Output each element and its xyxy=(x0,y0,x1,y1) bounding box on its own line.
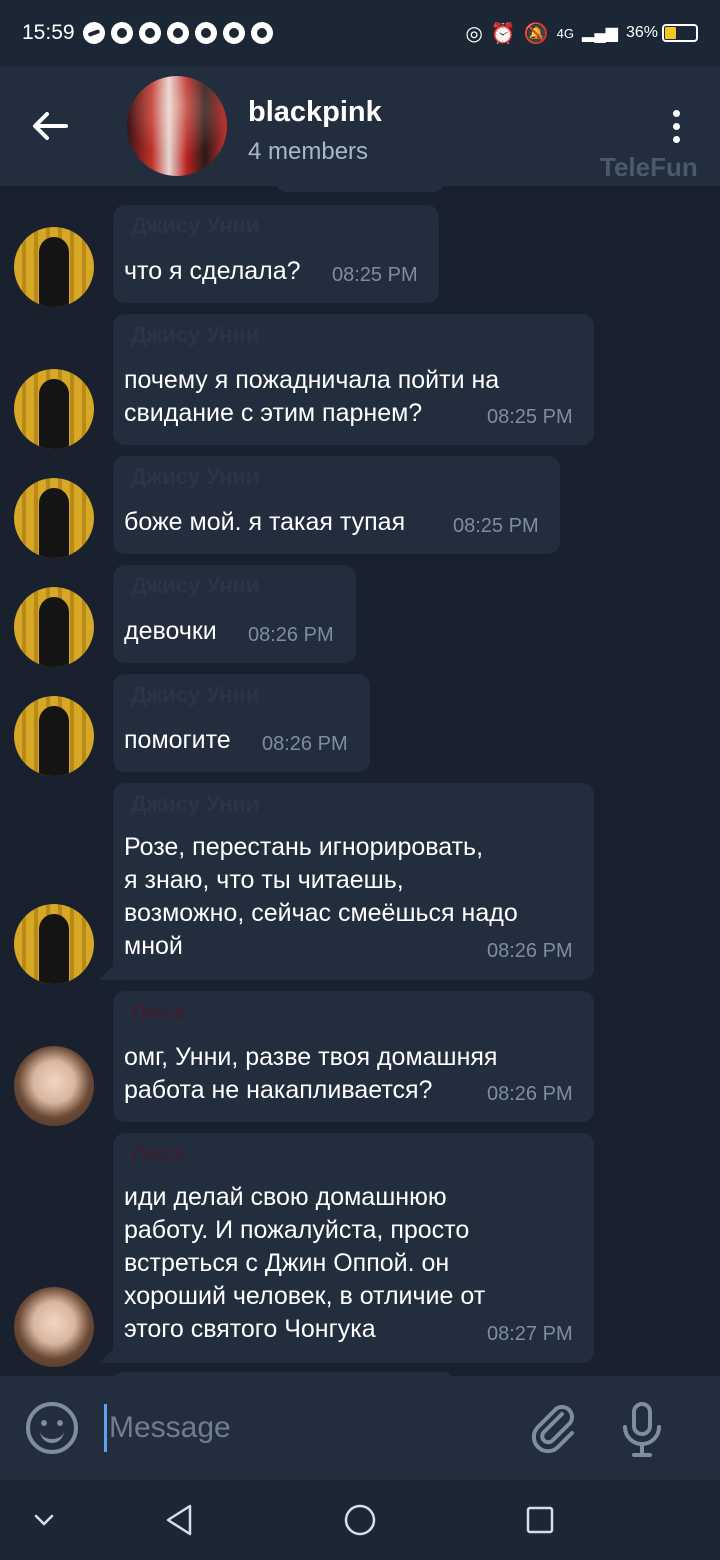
more-options-button[interactable] xyxy=(656,104,696,148)
message-bubble[interactable]: Лиса омг, Унни, разве твоя домашняя рабо… xyxy=(113,991,594,1122)
system-nav-bar xyxy=(0,1480,720,1560)
member-count[interactable]: 4 members xyxy=(248,138,368,166)
more-vertical-icon-dot xyxy=(672,135,680,143)
notification-icons xyxy=(82,22,273,44)
composer-bar xyxy=(0,1376,720,1480)
message-bubble[interactable]: Лиса иди делай свою домашнюю работу. И п… xyxy=(99,1133,594,1363)
message-bubble[interactable]: Джису Унни боже мой. я такая тупая 08:25… xyxy=(113,456,560,554)
battery: 36% ⚡ xyxy=(626,24,698,42)
chat-title[interactable]: blackpink xyxy=(248,96,382,129)
sender-avatar[interactable] xyxy=(14,696,94,776)
status-right: ◎ ⏰ 🔕 4G ▂▄▆ 36% ⚡ xyxy=(465,21,698,46)
message-time: 08:26 PM xyxy=(262,733,348,755)
chrome-icon xyxy=(138,22,161,44)
battery-icon: ⚡ xyxy=(662,24,698,42)
message-bubble[interactable]: Джису Унни что я сделала? 08:25 PM xyxy=(113,205,439,303)
message-time: 08:26 PM xyxy=(487,940,573,962)
message-time: 08:26 PM xyxy=(248,624,334,646)
message-text: девочки xyxy=(124,617,217,645)
message-sender: Джису Унни xyxy=(131,682,260,707)
message-sender: Джису Унни xyxy=(131,791,260,816)
paperclip-icon xyxy=(531,1405,574,1454)
message-text: иди делай свою домашнюю работу. И пожалу… xyxy=(124,1183,486,1343)
message-time: 08:25 PM xyxy=(487,406,573,428)
nav-home-icon xyxy=(344,1504,376,1536)
microphone-icon xyxy=(623,1402,661,1457)
voice-message-button[interactable] xyxy=(614,1400,670,1460)
watermark: TeleFun xyxy=(600,152,698,182)
mute-icon: 🔕 xyxy=(523,22,549,45)
signal-icon: ▂▄▆ xyxy=(582,25,618,42)
network-type: 4G xyxy=(556,25,575,41)
group-avatar[interactable] xyxy=(127,76,227,176)
sender-avatar[interactable] xyxy=(14,1046,94,1126)
chrome-icon xyxy=(110,22,133,44)
message-text: боже мой. я такая тупая xyxy=(124,508,406,536)
battery-fill xyxy=(665,27,676,39)
hotspot-icon: ◎ xyxy=(465,22,483,45)
message-bubble[interactable]: Джису Унни Розе, перестань игнорировать,… xyxy=(99,783,594,980)
attach-button[interactable] xyxy=(526,1400,582,1456)
nav-home-button[interactable] xyxy=(336,1496,384,1544)
message-sender: Джису Унни xyxy=(131,573,260,598)
message-time: 08:26 PM xyxy=(487,1083,573,1105)
back-button[interactable] xyxy=(28,104,72,148)
chrome-icon xyxy=(250,22,273,44)
message-text: что я сделала? xyxy=(124,257,301,285)
charging-icon: ⚡ xyxy=(676,24,687,41)
nav-back-button[interactable] xyxy=(155,1496,203,1544)
sender-avatar[interactable] xyxy=(14,369,94,449)
chat-header: blackpink 4 members TeleFun xyxy=(0,66,720,186)
message-text: помогите xyxy=(124,726,231,754)
back-arrow-icon xyxy=(33,112,68,140)
message-sender: Джису Унни xyxy=(131,322,260,347)
message-bubble[interactable]: Джису Унни девочки 08:26 PM xyxy=(113,565,356,663)
message-input[interactable] xyxy=(104,1404,504,1452)
message-bubble[interactable]: Джису Унни помогите 08:26 PM xyxy=(113,674,370,772)
nav-down-button[interactable] xyxy=(20,1496,68,1544)
messenger-icon xyxy=(82,22,105,44)
message-time: 08:27 PM xyxy=(487,1323,573,1345)
message-sender: Лиса xyxy=(131,999,185,1024)
alarm-icon: ⏰ xyxy=(490,22,516,45)
status-time: 15:59 xyxy=(22,21,75,44)
message-text: Розе, перестань игнорировать, я знаю, чт… xyxy=(124,833,518,960)
message-text: омг, Унни, разве твоя домашняя работа не… xyxy=(124,1043,498,1104)
nav-back-icon xyxy=(166,1504,192,1536)
chrome-icon xyxy=(222,22,245,44)
emoji-icon[interactable] xyxy=(26,1402,78,1454)
more-vertical-icon-dot xyxy=(672,122,680,130)
nav-down-icon xyxy=(34,1514,54,1526)
more-vertical-icon xyxy=(672,109,680,117)
chrome-icon xyxy=(166,22,189,44)
message-time: 08:25 PM xyxy=(332,264,418,286)
message-time: 08:25 PM xyxy=(453,515,539,537)
nav-recents-icon xyxy=(526,1506,554,1534)
message-sender: Джису Унни xyxy=(131,464,260,489)
message-sender: Джису Унни xyxy=(131,213,260,238)
chrome-icon xyxy=(194,22,217,44)
message-bubble[interactable]: Джису Унни почему я пожадничала пойти на… xyxy=(113,314,594,445)
message-sender: Лиса xyxy=(131,1141,185,1166)
message-text: почему я пожадничала пойти на свидание с… xyxy=(124,366,500,427)
sender-avatar[interactable] xyxy=(14,227,94,307)
battery-percent: 36% xyxy=(625,24,658,41)
sender-avatar[interactable] xyxy=(14,478,94,558)
status-bar: 15:59 ◎ ⏰ 🔕 4G ▂▄▆ 36% ⚡ xyxy=(0,0,720,66)
sender-avatar[interactable] xyxy=(14,904,94,984)
sender-avatar[interactable] xyxy=(14,1287,94,1367)
nav-recents-button[interactable] xyxy=(516,1496,564,1544)
message-list[interactable]: Джису Унни что я сделала? 08:25 PM Джису… xyxy=(0,186,720,1376)
sender-avatar[interactable] xyxy=(14,587,94,667)
message-bubble-partial xyxy=(276,186,444,192)
